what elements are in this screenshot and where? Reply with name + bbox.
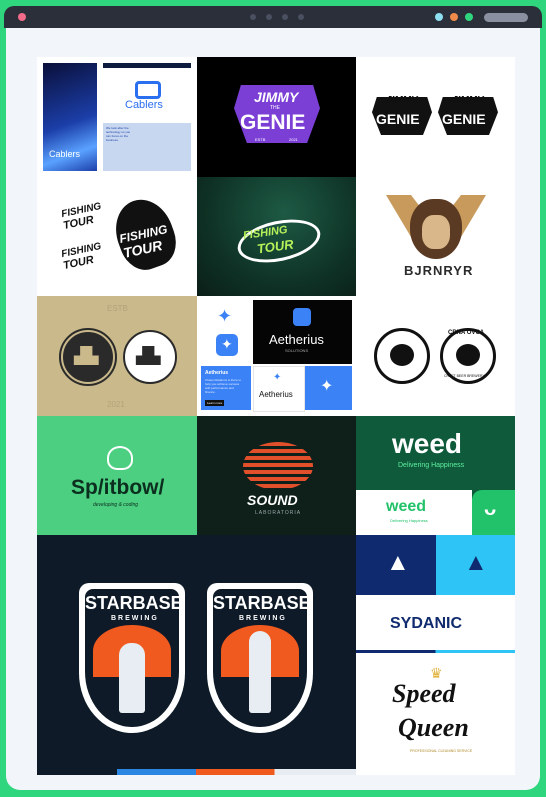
star-icon: ✦ [221, 336, 233, 352]
sheep-icon [456, 344, 480, 366]
content-area: Cablers Cablers We look after the techno… [6, 28, 540, 790]
factory-icon: ▟▙ [74, 348, 99, 365]
cablers-note: We look after the technology so you can … [106, 126, 131, 142]
weed-tagline: Delivering Happiness [390, 518, 428, 523]
starbase-sub: BREWING [111, 615, 159, 622]
genie-top-text: JIMMY [452, 95, 484, 106]
splitbowl-tag: developing & coding [93, 502, 139, 508]
weed-name: weed [392, 428, 463, 459]
speed-queen-line2: Queen [398, 713, 469, 742]
tile-weed[interactable]: weed Delivering Happiness weed Deliverin… [356, 416, 515, 535]
star-icon: ✦ [273, 372, 282, 383]
progress-dot-icon [282, 14, 288, 20]
sheep-icon [390, 344, 414, 366]
green-dot-icon[interactable] [465, 13, 473, 21]
orange-dot-icon[interactable] [450, 13, 458, 21]
browser-window: Cablers Cablers We look after the techno… [0, 0, 546, 797]
progress-dot-icon [266, 14, 272, 20]
tile-cablers[interactable]: Cablers Cablers We look after the techno… [37, 57, 197, 177]
aetherius-card-text: Chaos Relations is there to help you ach… [205, 378, 242, 394]
factory-icon: ▟▙ [136, 348, 161, 365]
tile-starbase[interactable]: STARBASE BREWING STARBASE BREWING [37, 535, 356, 775]
bear-face [422, 215, 450, 249]
rocket-icon [249, 631, 271, 713]
genie-year-text: 2021 [289, 137, 298, 142]
weed-tagline: Delivering Happiness [398, 462, 465, 469]
owl-icon [107, 446, 133, 470]
tile-bjornar[interactable]: BJRNRYR [356, 177, 515, 296]
bjornar-name: BJRNRYR [404, 263, 474, 278]
speed-queen-line1: Speed [392, 679, 456, 708]
cablers-logo-icon [135, 81, 161, 99]
tile-sound-lab[interactable]: SOUND LABORATORIA [197, 416, 356, 535]
crna-ovca-top: CRNA OVCA [448, 330, 485, 336]
cablers-header-bar [103, 63, 191, 68]
sparkle-icon: ✦ [217, 306, 233, 326]
sound-stripes-icon [243, 442, 313, 490]
tile-fishing-tour-neon[interactable]: FISHING TOUR [197, 177, 356, 296]
starbase-name: STARBASE [213, 593, 311, 613]
aetherius-sub: SOLUTIONS [285, 348, 309, 353]
sound-sub: LABORATORIA [255, 510, 302, 516]
genie-main-text: GENIE [442, 111, 486, 127]
cablers-card-brand: Cablers [49, 149, 81, 159]
genie-top-text: JIMMY [386, 95, 418, 106]
weed-name: weed [386, 498, 427, 515]
sydanic-arrow-icon: ▲ [464, 549, 488, 576]
cyan-dot-icon[interactable] [435, 13, 443, 21]
progress-dot-icon [250, 14, 256, 20]
crna-ovca-bottom: CRAFT BEER BREWERY [444, 374, 485, 378]
hard-industry-year: 2021 [107, 400, 125, 409]
tile-crna-ovca[interactable]: CRNA OVCA CRAFT BEER BREWERY [356, 296, 515, 416]
sound-name: SOUND [247, 492, 298, 508]
tile-hard-industry[interactable]: ▟▙ ▟▙ ESTB 2021 [37, 296, 197, 416]
aetherius-card-title: Aetherius [205, 370, 229, 376]
genie-estb-text: ESTB [255, 137, 266, 142]
starbase-name: STARBASE [85, 593, 183, 613]
tile-fishing-tour-bw[interactable]: FISHING TOUR FISHING TOUR FISHING TOUR [37, 177, 197, 296]
genie-main-text: GENIE [376, 111, 420, 127]
sydanic-arrow-icon: ▲ [386, 549, 410, 576]
sydanic-name: SYDANIC [390, 615, 463, 632]
genie-top-text: JIMMY [254, 89, 299, 105]
smile-icon: ᴗ [484, 498, 497, 520]
splitbowl-name: Sp/itbow/ [71, 476, 165, 499]
progress-dot-icon [298, 14, 304, 20]
tile-aetherius[interactable]: ✦ ✦ Aetherius SOLUTIONS Aetherius Chaos … [197, 296, 356, 416]
tile-jimmy-genie-purple[interactable]: JIMMY THE GENIE ESTB 2021 [197, 57, 356, 177]
starbase-color-strip [117, 769, 356, 775]
rocket-icon [119, 643, 145, 713]
speed-queen-sub: PROFESSIONAL CLEANING SERVICE [410, 749, 473, 753]
star-icon: ✦ [320, 378, 334, 395]
aetherius-name: Aetherius [259, 390, 293, 399]
aetherius-card-button[interactable]: Learn more [205, 400, 225, 406]
tile-sydanic[interactable]: ▲ ▲ SYDANIC [356, 535, 515, 655]
tile-splitbowl[interactable]: Sp/itbow/ developing & coding [37, 416, 197, 535]
genie-main-text: GENIE [240, 111, 306, 134]
starbase-sub: BREWING [239, 615, 287, 622]
aetherius-logo-icon [293, 308, 311, 326]
aetherius-name: Aetherius [269, 332, 324, 347]
portfolio-grid: Cablers Cablers We look after the techno… [37, 57, 515, 775]
close-dot-icon[interactable] [18, 13, 26, 21]
tile-speed-queen[interactable]: ♛ Speed Queen PROFESSIONAL CLEANING SERV… [356, 655, 515, 775]
sydanic-underline [356, 650, 515, 653]
title-bar [4, 6, 542, 28]
hard-industry-estb: ESTB [107, 304, 128, 313]
address-pill[interactable] [484, 13, 528, 22]
tile-jimmy-genie-bw[interactable]: JIMMY GENIE JIMMY GENIE [356, 57, 515, 177]
cablers-brand: Cablers [125, 99, 163, 111]
